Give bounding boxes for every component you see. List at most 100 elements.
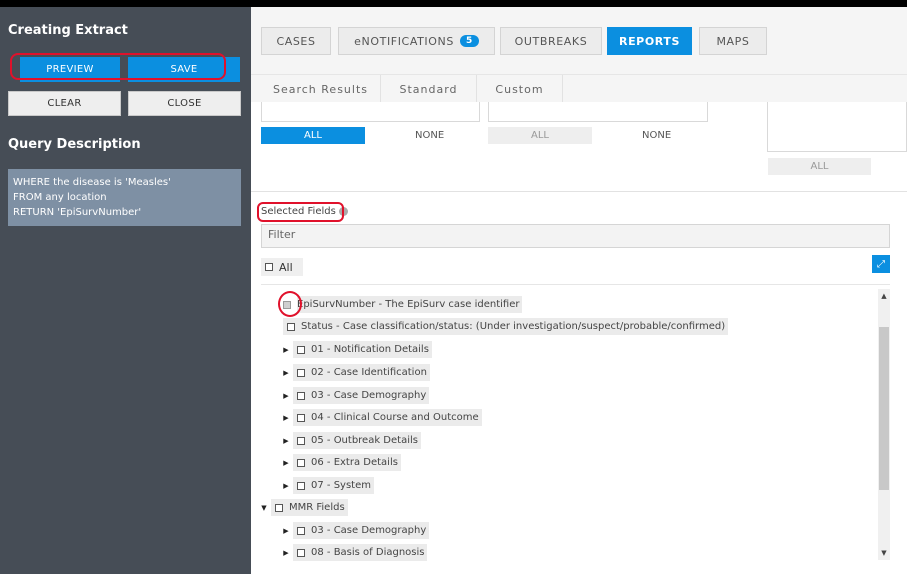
scroll-up-icon[interactable]: ▲ (878, 291, 890, 301)
tree-item-basis-of-diagnosis[interactable]: ▶ 08 - Basis of Diagnosis (279, 544, 428, 561)
notification-count-badge: 5 (459, 35, 479, 47)
subtab-search-results[interactable]: Search Results (261, 75, 381, 103)
sub-tab-bar: Search Results Standard Custom (251, 74, 907, 103)
tree-item-mmr-fields[interactable]: ▼ MMR Fields (257, 499, 348, 516)
tab-reports[interactable]: REPORTS (607, 27, 692, 55)
select-all-fields-checkbox[interactable]: All (261, 258, 303, 276)
caret-down-icon[interactable]: ▼ (257, 504, 271, 512)
checkbox-icon[interactable] (297, 436, 305, 445)
tree-item-status[interactable]: Status - Case classification/status: (Un… (283, 318, 729, 335)
tab-outbreaks[interactable]: OUTBREAKS (500, 27, 602, 55)
caret-right-icon[interactable]: ▶ (279, 392, 293, 400)
tree-item-mmr-case-demography[interactable]: ▶ 03 - Case Demography (279, 522, 430, 539)
clear-button[interactable]: CLEAR (8, 91, 121, 116)
caret-right-icon[interactable]: ▶ (279, 482, 293, 490)
query-description-title: Query Description (8, 137, 141, 152)
tree-item-episurvnumber[interactable]: EpiSurvNumber - The EpiSurv case identif… (283, 296, 523, 313)
tree-item-row: 02 - Case Identification (293, 364, 430, 381)
selected-fields-highlight (257, 202, 344, 222)
checkbox-icon[interactable] (297, 368, 305, 377)
scrollbar-thumb[interactable] (879, 327, 889, 490)
tree-item-row: 03 - Case Demography (293, 387, 430, 404)
tree-item-row: 01 - Notification Details (293, 341, 432, 358)
tab-label: eNOTIFICATIONS (354, 34, 454, 48)
tree-item-label: 05 - Outbreak Details (311, 435, 418, 446)
location-select-list[interactable] (261, 102, 480, 122)
close-button[interactable]: CLOSE (128, 91, 241, 116)
tree-item-row: 06 - Extra Details (293, 454, 401, 471)
tree-item-row: 04 - Clinical Course and Outcome (293, 409, 482, 426)
subtab-standard[interactable]: Standard (381, 75, 477, 103)
scroll-down-icon[interactable]: ▼ (878, 548, 890, 558)
query-description-box: WHERE the disease is 'Measles' FROM any … (8, 169, 241, 226)
tree-item-row: Status - Case classification/status: (Un… (283, 318, 729, 335)
caret-right-icon[interactable]: ▶ (279, 437, 293, 445)
caret-right-icon[interactable]: ▶ (279, 414, 293, 422)
tree-item-extra-details[interactable]: ▶ 06 - Extra Details (279, 454, 401, 471)
checkbox-icon[interactable] (297, 481, 305, 490)
main-panel: CASES eNOTIFICATIONS 5 OUTBREAKS REPORTS… (251, 7, 907, 574)
all-label: All (279, 260, 293, 274)
tree-item-row: 03 - Case Demography (293, 522, 430, 539)
tab-bar: CASES eNOTIFICATIONS 5 OUTBREAKS REPORTS… (251, 7, 907, 74)
select-none-link[interactable]: NONE (415, 130, 444, 141)
checkbox-icon[interactable] (297, 458, 305, 467)
tree-item-row: MMR Fields (271, 499, 348, 516)
filter-input[interactable]: Filter (261, 224, 890, 248)
preview-save-highlight (10, 53, 226, 80)
caret-right-icon[interactable]: ▶ (279, 369, 293, 377)
tab-enotifications[interactable]: eNOTIFICATIONS 5 (338, 27, 495, 55)
sidebar: Creating Extract PREVIEW SAVE CLEAR CLOS… (0, 7, 251, 574)
query-line: FROM any location (13, 192, 107, 203)
query-line: RETURN 'EpiSurvNumber' (13, 207, 142, 218)
tree-item-row: 08 - Basis of Diagnosis (293, 544, 428, 561)
select-none-link[interactable]: NONE (642, 130, 671, 141)
checkbox-icon[interactable] (297, 391, 305, 400)
tab-maps[interactable]: MAPS (699, 27, 767, 55)
sidebar-title: Creating Extract (8, 23, 128, 38)
tab-label: CASES (276, 34, 316, 48)
tree-item-label: 08 - Basis of Diagnosis (311, 547, 425, 558)
tree-item-case-identification[interactable]: ▶ 02 - Case Identification (279, 364, 430, 381)
tree-item-label: Status - Case classification/status: (Un… (301, 321, 726, 332)
secondary-select-list[interactable] (488, 102, 708, 122)
checkbox-icon[interactable] (297, 548, 305, 557)
tree-divider (261, 284, 890, 285)
caret-right-icon[interactable]: ▶ (279, 549, 293, 557)
tree-item-label: EpiSurvNumber - The EpiSurv case identif… (297, 296, 523, 313)
select-all-button-disabled[interactable]: ALL (768, 158, 871, 175)
expand-collapse-icon[interactable]: ⤢ (872, 255, 890, 273)
tree-item-system[interactable]: ▶ 07 - System (279, 477, 374, 494)
tab-label: REPORTS (619, 34, 680, 48)
tree-item-label: 02 - Case Identification (311, 367, 427, 378)
tree-item-label: 03 - Case Demography (311, 525, 427, 536)
checkbox-icon (265, 263, 273, 271)
subtab-custom[interactable]: Custom (477, 75, 563, 103)
tree-item-clinical-course[interactable]: ▶ 04 - Clinical Course and Outcome (279, 409, 482, 426)
checkbox-icon[interactable] (287, 322, 295, 331)
tree-item-label: 01 - Notification Details (311, 344, 429, 355)
tab-cases[interactable]: CASES (261, 27, 331, 55)
tree-item-label: 07 - System (311, 480, 371, 491)
tab-label: OUTBREAKS (514, 34, 588, 48)
tree-item-row: 07 - System (293, 477, 374, 494)
filter-placeholder: Filter (268, 228, 296, 241)
checkbox-icon[interactable] (297, 413, 305, 422)
tree-item-label: MMR Fields (289, 502, 345, 513)
tree-item-outbreak-details[interactable]: ▶ 05 - Outbreak Details (279, 432, 421, 449)
select-all-button[interactable]: ALL (261, 127, 365, 144)
tree-item-row: 05 - Outbreak Details (293, 432, 421, 449)
query-line: WHERE the disease is 'Measles' (13, 177, 171, 188)
checkbox-icon[interactable] (275, 503, 283, 512)
tree-item-notification-details[interactable]: ▶ 01 - Notification Details (279, 341, 432, 358)
checkbox-icon[interactable] (297, 345, 305, 354)
tertiary-select-list[interactable] (767, 102, 907, 152)
caret-right-icon[interactable]: ▶ (279, 459, 293, 467)
checkbox-highlight (278, 291, 302, 317)
tree-item-case-demography[interactable]: ▶ 03 - Case Demography (279, 387, 430, 404)
caret-right-icon[interactable]: ▶ (279, 346, 293, 354)
checkbox-icon[interactable] (297, 526, 305, 535)
tree-item-label: 04 - Clinical Course and Outcome (311, 412, 479, 423)
select-all-button-disabled[interactable]: ALL (488, 127, 592, 144)
caret-right-icon[interactable]: ▶ (279, 527, 293, 535)
